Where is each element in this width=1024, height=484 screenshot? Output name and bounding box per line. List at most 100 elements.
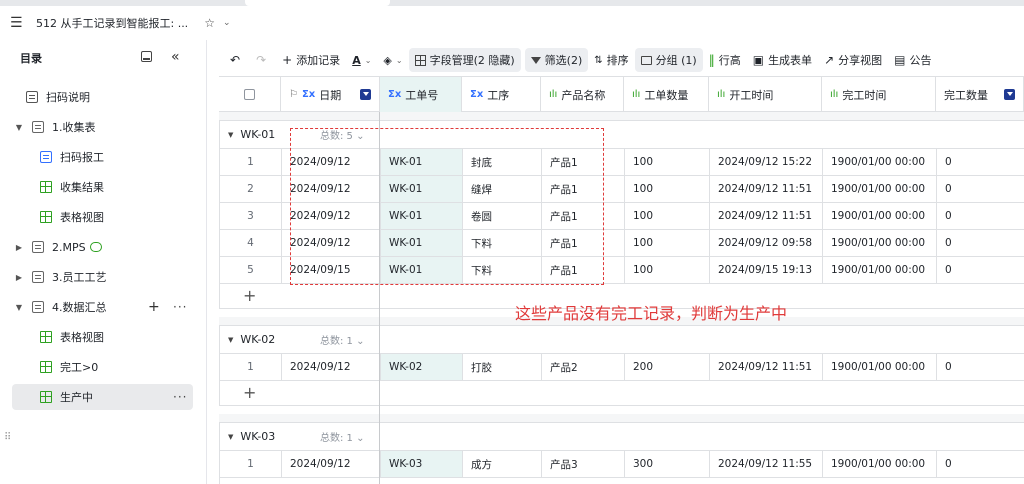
redo-button[interactable]: ↷	[250, 48, 276, 72]
add-row-icon[interactable]: +	[243, 480, 256, 484]
expand-down-icon[interactable]: ▼	[12, 123, 26, 132]
text-format-button[interactable]: A ⌄	[346, 48, 377, 72]
fill-color-button[interactable]: ◈ ⌄	[377, 48, 408, 72]
table-cell[interactable]: 2024/09/12 09:58	[710, 230, 823, 256]
generate-form-button[interactable]: ▣ 生成表单	[747, 48, 818, 72]
table-cell[interactable]: 100	[625, 203, 710, 229]
sidebar-item[interactable]: 扫码说明	[12, 84, 193, 110]
column-header[interactable]: ılı 完工时间	[822, 77, 936, 112]
announcement-button[interactable]: ▤ 公告	[888, 48, 937, 72]
more-icon[interactable]: ···	[173, 300, 187, 314]
field-manage-button[interactable]: 字段管理(2 隐藏)	[408, 48, 521, 72]
sidebar-item[interactable]: 收集结果	[12, 174, 193, 200]
table-cell[interactable]: 产品3	[542, 451, 625, 477]
table-cell[interactable]: 2024/09/15 19:13	[710, 257, 823, 283]
sidebar-item[interactable]: ▶ 2.MPS	[12, 234, 193, 260]
table-cell[interactable]: WK-03	[381, 451, 463, 477]
table-cell[interactable]: 100	[625, 176, 710, 202]
expand-right-icon[interactable]: ▶	[12, 273, 26, 282]
outline-icon[interactable]	[141, 51, 152, 62]
table-cell[interactable]: 0	[937, 451, 1024, 477]
sort-indicator-icon[interactable]	[360, 89, 371, 100]
table-cell[interactable]: 2024/09/12 11:51	[710, 176, 823, 202]
column-header[interactable]: 完工数量	[936, 77, 1024, 112]
sidebar-item[interactable]: 完工>0	[12, 354, 193, 380]
column-header[interactable]: ılı 产品名称	[541, 77, 624, 112]
table-cell[interactable]: 1900/01/00 00:00	[823, 203, 937, 229]
table-cell[interactable]: 成方	[463, 451, 542, 477]
sort-button[interactable]: ⇅ 排序	[588, 48, 634, 72]
star-icon[interactable]: ☆	[204, 16, 215, 30]
sort-indicator-icon[interactable]	[1004, 89, 1015, 100]
menu-icon[interactable]: ☰	[10, 15, 28, 31]
collapse-sidebar-icon[interactable]: «	[171, 49, 180, 65]
table-cell[interactable]: 0	[937, 354, 1024, 380]
group-count[interactable]: 总数: 1 ⌄	[320, 429, 364, 444]
collapse-group-icon[interactable]: ▼	[228, 336, 233, 344]
add-row-icon[interactable]: +	[243, 383, 256, 402]
add-row[interactable]: +	[220, 381, 1024, 407]
sidebar-item[interactable]: 表格视图	[12, 204, 193, 230]
add-record-button[interactable]: + 添加记录	[276, 48, 346, 72]
column-header[interactable]: Σx 工单号	[380, 77, 462, 112]
document-title[interactable]: 512 从手工记录到智能报工: ...	[36, 15, 188, 31]
group-header[interactable]: ▼ WK-03 总数: 1 ⌄	[220, 423, 1024, 451]
table-cell[interactable]: 2024/09/12 11:51	[710, 354, 823, 380]
sidebar-item[interactable]: 表格视图	[12, 324, 193, 350]
chevron-down-icon[interactable]: ⌄	[223, 18, 231, 28]
group-count[interactable]: 总数: 1 ⌄	[320, 332, 364, 347]
table-cell[interactable]: 0	[937, 203, 1024, 229]
sidebar-item[interactable]: ▶ 3.员工工艺	[12, 264, 193, 290]
table-cell[interactable]: 100	[625, 230, 710, 256]
collapse-group-icon[interactable]: ▼	[228, 131, 233, 139]
table-cell[interactable]: 产品2	[542, 354, 625, 380]
table-cell[interactable]: 1900/01/00 00:00	[823, 257, 937, 283]
table-cell[interactable]: WK-02	[381, 354, 463, 380]
table-cell[interactable]: 2024/09/12 15:22	[710, 149, 823, 175]
table-cell[interactable]: 1900/01/00 00:00	[823, 354, 937, 380]
table-cell[interactable]: 2024/09/12	[282, 451, 381, 477]
expand-right-icon[interactable]: ▶	[12, 243, 26, 252]
sidebar-item[interactable]: 生产中 ···	[12, 384, 193, 410]
table-cell[interactable]: 0	[937, 230, 1024, 256]
table-cell[interactable]: 300	[625, 451, 710, 477]
table-cell[interactable]: 1900/01/00 00:00	[823, 149, 937, 175]
column-header[interactable]: ılı 开工时间	[709, 77, 822, 112]
table-row[interactable]: 1 2024/09/12 WK-02 打胶 产品2 200 2024/09/12 11:51…	[220, 354, 1024, 381]
undo-button[interactable]: ↶	[224, 48, 250, 72]
add-row[interactable]: +	[220, 478, 1024, 484]
more-icon[interactable]: ···	[173, 390, 187, 404]
table-cell[interactable]: 100	[625, 257, 710, 283]
table-cell[interactable]: 100	[625, 149, 710, 175]
column-header[interactable]: ılı 工单数量	[624, 77, 709, 112]
table-cell[interactable]: 2024/09/12 11:55	[710, 451, 823, 477]
table-cell[interactable]: 1900/01/00 00:00	[823, 451, 937, 477]
table-row[interactable]: 1 2024/09/12 WK-03 成方 产品3 300 2024/09/12 11:55…	[220, 451, 1024, 478]
table-cell[interactable]: 0	[937, 176, 1024, 202]
sidebar-item[interactable]: ▼ 4.数据汇总 + ···	[12, 294, 193, 320]
table-cell[interactable]: 0	[937, 257, 1024, 283]
table-cell[interactable]: 打胶	[463, 354, 542, 380]
table-cell[interactable]: 0	[937, 149, 1024, 175]
expand-down-icon[interactable]: ▼	[12, 303, 26, 312]
column-header[interactable]	[219, 77, 281, 112]
column-header[interactable]: ⚐ Σx 日期	[281, 77, 380, 112]
collapse-group-icon[interactable]: ▼	[228, 433, 233, 441]
table-cell[interactable]: 1900/01/00 00:00	[823, 230, 937, 256]
column-header[interactable]: Σx 工序	[462, 77, 541, 112]
table-cell[interactable]: 2024/09/12	[282, 354, 381, 380]
row-height-button[interactable]: ‖ 行高	[703, 48, 747, 72]
group-header[interactable]: ▼ WK-02 总数: 1 ⌄	[220, 326, 1024, 354]
group-button[interactable]: 分组 (1)	[634, 48, 703, 72]
add-row-icon[interactable]: +	[243, 286, 256, 305]
filter-button[interactable]: 筛选(2)	[524, 48, 589, 72]
drag-handle-icon[interactable]: ⠿	[4, 432, 11, 443]
sidebar-item[interactable]: ▼ 1.收集表	[12, 114, 193, 140]
share-view-button[interactable]: ↗ 分享视图	[818, 48, 888, 72]
add-icon[interactable]: +	[148, 299, 160, 315]
table-cell[interactable]: 1900/01/00 00:00	[823, 176, 937, 202]
sidebar-item[interactable]: 扫码报工	[12, 144, 193, 170]
select-all-checkbox[interactable]	[244, 89, 255, 100]
table-cell[interactable]: 2024/09/12 11:51	[710, 203, 823, 229]
table-cell[interactable]: 200	[625, 354, 710, 380]
